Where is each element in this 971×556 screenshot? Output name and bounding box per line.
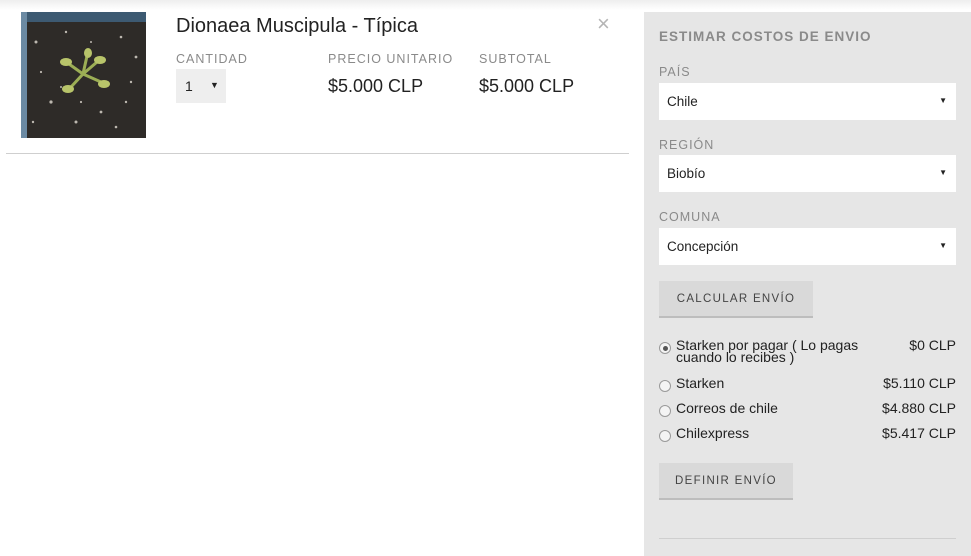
quantity-value: 1 [185,78,193,94]
country-label: PAÍS [659,65,691,79]
item-divider [6,153,629,154]
region-select[interactable]: Biobío ▼ [659,155,956,192]
unit-price-label: PRECIO UNITARIO [328,52,454,66]
shipping-option-starken[interactable]: Starken $5.110 CLP [659,375,956,401]
close-icon[interactable]: × [597,13,610,35]
top-shadow [0,0,971,10]
subtotal-label: SUBTOTAL [479,52,552,66]
subtotal-value: $5.000 CLP [479,76,575,96]
shipping-option-label: Correos de chile [676,400,778,416]
shipping-option-chilexpress[interactable]: Chilexpress $5.417 CLP [659,425,956,451]
caret-down-icon: ▼ [939,96,947,105]
product-image[interactable] [21,12,146,138]
shipping-option-correos[interactable]: Correos de chile $4.880 CLP [659,400,956,426]
shipping-option-price: $4.880 CLP [882,400,956,416]
shipping-option-label: Starken por pagar ( Lo pagas cuando lo r… [676,337,859,365]
shipping-option-starken-por-pagar[interactable]: Starken por pagar ( Lo pagas cuando lo r… [659,337,956,369]
caret-down-icon: ▼ [939,241,947,250]
radio-icon[interactable] [659,342,671,354]
product-title[interactable]: Dionaea Muscipula - Típica [176,15,418,38]
country-select[interactable]: Chile ▼ [659,83,956,120]
shipping-estimator-panel: ESTIMAR COSTOS DE ENVIO PAÍS Chile ▼ REG… [644,12,971,556]
shipping-option-label: Starken [676,375,725,391]
radio-icon[interactable] [659,405,671,417]
caret-down-icon: ▼ [210,80,219,90]
define-shipping-button[interactable]: DEFINIR ENVÍO [659,463,793,500]
shipping-title: ESTIMAR COSTOS DE ENVIO [659,29,872,44]
comuna-label: COMUNA [659,210,721,224]
shipping-option-price: $5.110 CLP [883,375,956,391]
radio-icon[interactable] [659,430,671,442]
quantity-select[interactable]: 1 ▼ [176,69,226,103]
shipping-option-price: $5.417 CLP [882,425,956,441]
shipping-option-price: $0 CLP [909,337,956,353]
caret-down-icon: ▼ [939,168,947,177]
unit-price-value: $5.000 CLP [328,76,424,96]
quantity-label: CANTIDAD [176,52,248,66]
region-label: REGIÓN [659,138,715,152]
calculate-shipping-button[interactable]: CALCULAR ENVÍO [659,281,813,318]
comuna-value: Concepción [667,239,739,254]
radio-icon[interactable] [659,380,671,392]
shipping-option-label: Chilexpress [676,425,750,441]
country-value: Chile [667,94,698,109]
comuna-select[interactable]: Concepción ▼ [659,228,956,265]
region-value: Biobío [667,166,706,181]
panel-divider [659,538,956,539]
